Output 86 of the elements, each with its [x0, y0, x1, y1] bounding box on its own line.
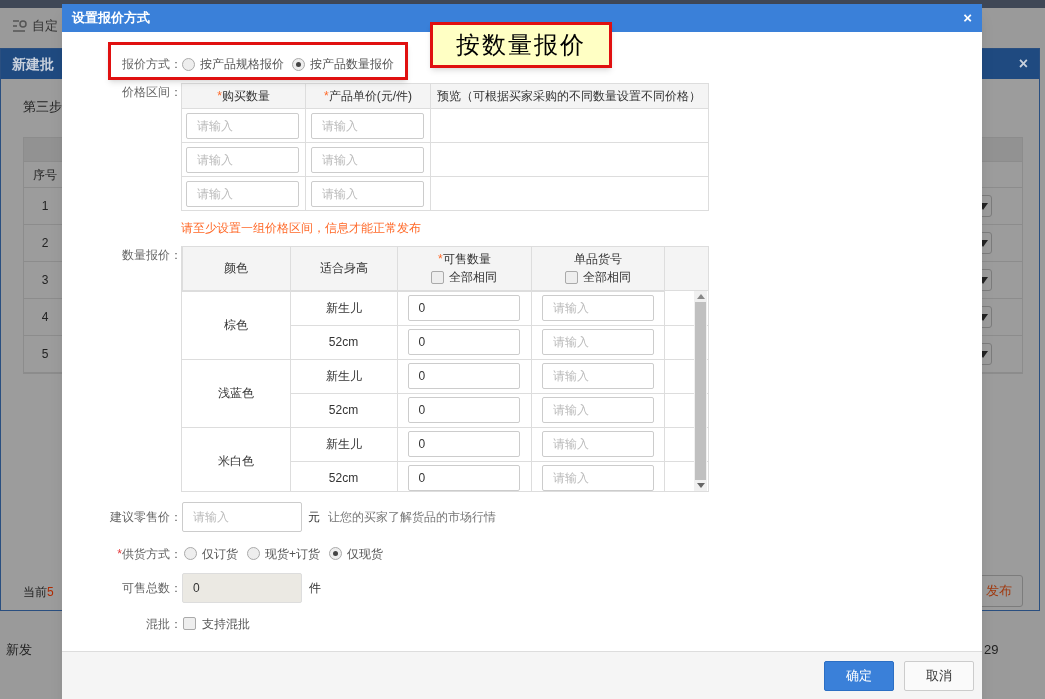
table-cell-text: 5 [40, 346, 50, 363]
cancel-button[interactable]: 取消 [904, 660, 974, 691]
column-header: *购买数量 [181, 83, 306, 109]
checkbox-label[interactable]: 全部相同 [449, 268, 498, 287]
radio-button[interactable] [247, 547, 260, 560]
input-field[interactable]: 0 [407, 431, 520, 457]
field-label: 报价方式： [122, 56, 182, 73]
input-field[interactable]: 0 [407, 363, 520, 389]
input-field[interactable]: 请输入 [541, 431, 654, 457]
radio-label[interactable]: 现货+订货 [265, 544, 320, 563]
checkbox[interactable] [183, 617, 196, 630]
checkbox-label[interactable]: 全部相同 [582, 268, 631, 287]
column-header: 适合身高 [319, 261, 368, 276]
close-button[interactable]: × [963, 6, 972, 30]
table-cell: 新生儿 [325, 369, 362, 383]
unit-label: 元 [308, 508, 320, 526]
table-cell: 棕色 [223, 318, 248, 332]
radio-label[interactable]: 按产品规格报价 [200, 55, 284, 73]
table-header: 序号 [32, 166, 58, 184]
table-cell-text: 2 [40, 235, 50, 252]
table-cell: 新生儿 [325, 301, 362, 315]
table-cell-text: 1 [40, 198, 50, 215]
checkbox[interactable] [431, 270, 445, 284]
modal-title: 设置报价方式 [72, 9, 150, 28]
input-field[interactable]: 请输入 [541, 397, 654, 423]
table-cell: 52cm [328, 471, 359, 485]
dialog-title: 新建批 [12, 54, 54, 74]
summary-text: 当前5 [23, 584, 54, 601]
input-field[interactable]: 0 [407, 465, 520, 491]
input-field[interactable]: 请输入 [182, 501, 302, 532]
radio-label[interactable]: 按产品数量报价 [310, 55, 394, 73]
field-label: 可售总数： [122, 579, 182, 597]
column-header: 颜色 [224, 261, 249, 276]
input-field[interactable]: 0 [407, 329, 520, 355]
column-header: *可售数量 [437, 251, 491, 269]
step-text: 第三步 [23, 98, 62, 116]
radio-label[interactable]: 仅订货 [202, 544, 238, 563]
table-cell: 52cm [328, 403, 359, 417]
scrollbar[interactable] [694, 290, 707, 491]
column-header: 预览（可根据买家采购的不同数量设置不同价格） [430, 83, 709, 109]
input-field[interactable]: 请输入 [541, 363, 654, 389]
close-button[interactable]: × [1018, 52, 1028, 76]
scroll-up-icon[interactable] [696, 293, 705, 299]
table-cell: 浅蓝色 [217, 386, 254, 400]
annotation-callout: 按数量报价 [430, 22, 612, 68]
field-label: 混批： [146, 615, 182, 633]
column-header: 单品货号 [573, 251, 622, 269]
table-cell-text: 3 [40, 272, 50, 289]
checkbox-label[interactable]: 支持混批 [202, 614, 250, 633]
input-field[interactable]: 请输入 [311, 146, 424, 173]
input-field[interactable]: 请输入 [186, 112, 299, 139]
radio-label[interactable]: 仅现货 [347, 544, 383, 563]
confirm-button[interactable]: 确定 [824, 660, 894, 691]
warning-text: 请至少设置一组价格区间，信息才能正常发布 [181, 220, 422, 237]
input-field[interactable]: 请输入 [311, 180, 424, 207]
checkbox[interactable] [564, 270, 578, 284]
field-label: 价格区间： [122, 84, 182, 101]
footer-text: 29 [984, 641, 999, 659]
unit-label: 件 [309, 579, 321, 597]
scroll-down-icon[interactable] [696, 482, 705, 488]
scrollbar-thumb[interactable] [695, 301, 706, 480]
input-field[interactable]: 请输入 [541, 329, 654, 355]
table-cell: 新生儿 [325, 437, 362, 451]
field-label: 数量报价： [122, 247, 182, 264]
radio-button[interactable] [184, 547, 197, 560]
input-field[interactable]: 请输入 [186, 180, 299, 207]
input-field[interactable]: 请输入 [541, 465, 654, 491]
toolbar-text[interactable]: 自定 [32, 16, 58, 36]
radio-button[interactable] [182, 57, 195, 71]
table-cell: 52cm [328, 335, 359, 349]
column-header: *产品单价(元/件) [305, 83, 431, 109]
table-cell-text: 4 [40, 309, 50, 326]
field-label: *供货方式： [117, 545, 182, 563]
footer-text: 新发 [6, 641, 32, 659]
radio-button[interactable] [329, 547, 342, 560]
input-field[interactable]: 0 [407, 397, 520, 423]
total-field: 0 [182, 572, 302, 603]
field-label: 建议零售价： [110, 508, 182, 526]
input-field[interactable]: 请输入 [186, 146, 299, 173]
input-field[interactable]: 请输入 [541, 295, 654, 321]
search-list-icon [12, 18, 28, 33]
radio-button[interactable] [292, 57, 305, 71]
table-cell: 米白色 [217, 454, 254, 468]
input-field[interactable]: 0 [407, 295, 520, 321]
input-field[interactable]: 请输入 [311, 112, 424, 139]
hint-text: 让您的买家了解货品的市场行情 [328, 508, 496, 526]
